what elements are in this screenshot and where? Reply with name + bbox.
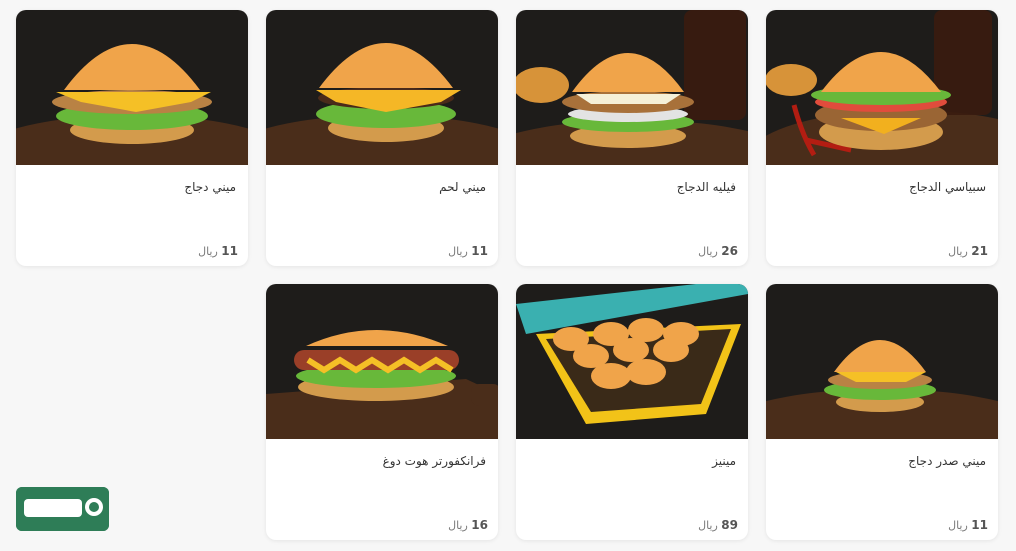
product-price: 26 ريال bbox=[698, 244, 738, 258]
product-price: 16 ريال bbox=[448, 518, 488, 532]
product-name: فيليه الدجاج bbox=[676, 180, 736, 194]
product-name: ميني لحم bbox=[439, 180, 486, 194]
product-name: فرانكفورتر هوت دوغ bbox=[382, 454, 486, 468]
product-card[interactable]: ميني دجاج 11 ريال bbox=[16, 10, 248, 266]
product-card[interactable]: مينيز 89 ريال bbox=[516, 284, 748, 540]
product-name: مينيز bbox=[712, 454, 736, 468]
minis-box-photo bbox=[516, 284, 748, 439]
mini-beef-burger-photo bbox=[266, 10, 498, 165]
product-name: ميني دجاج bbox=[184, 180, 236, 194]
product-name: ميني صدر دجاج bbox=[908, 454, 986, 468]
product-card[interactable]: ميني صدر دجاج 11 ريال bbox=[766, 284, 998, 540]
chicken-fillet-burger-photo bbox=[516, 10, 748, 165]
product-name: سبياسي الدجاج bbox=[909, 180, 986, 194]
spicy-chicken-burger-photo bbox=[766, 10, 998, 165]
product-price: 89 ريال bbox=[698, 518, 738, 532]
frankfurter-hotdog-photo bbox=[266, 284, 498, 439]
product-card[interactable]: ميني لحم 11 ريال bbox=[266, 10, 498, 266]
product-card[interactable]: سبياسي الدجاج 21 ريال bbox=[766, 10, 998, 266]
mini-chicken-breast-burger-photo bbox=[766, 284, 998, 439]
wiki-logo[interactable] bbox=[16, 487, 109, 531]
product-price: 21 ريال bbox=[948, 244, 988, 258]
mini-chicken-burger-photo bbox=[16, 10, 248, 165]
product-price: 11 ريال bbox=[448, 244, 488, 258]
product-card[interactable]: فيليه الدجاج 26 ريال bbox=[516, 10, 748, 266]
product-card[interactable]: فرانكفورتر هوت دوغ 16 ريال bbox=[266, 284, 498, 540]
product-price: 11 ريال bbox=[948, 518, 988, 532]
product-price: 11 ريال bbox=[198, 244, 238, 258]
